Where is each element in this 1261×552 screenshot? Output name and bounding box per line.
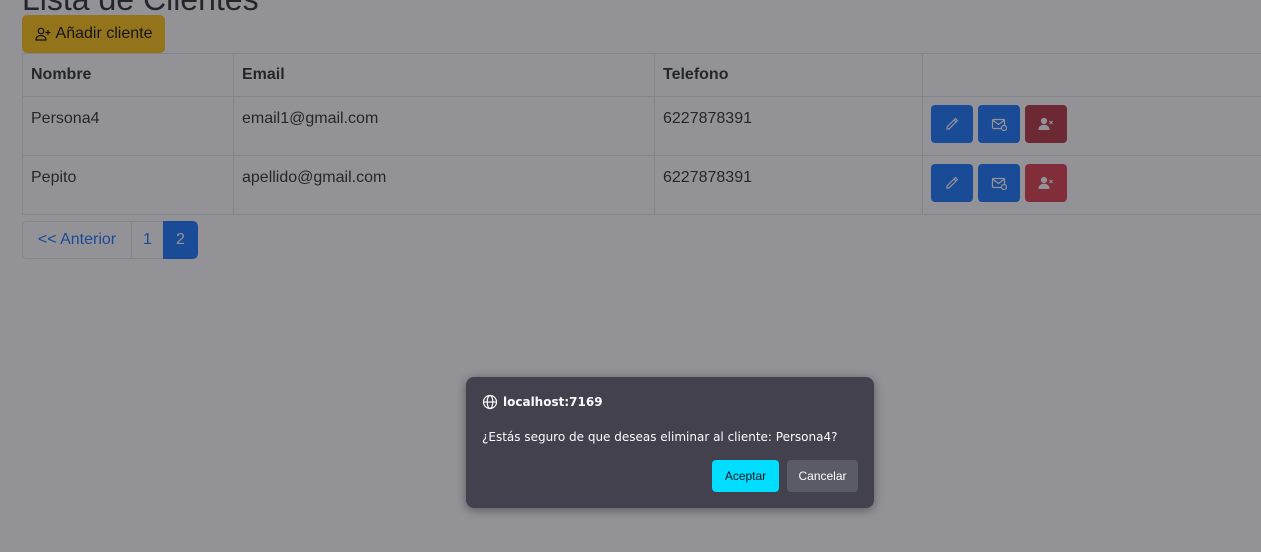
dialog-origin-text: localhost:7169 bbox=[503, 395, 603, 409]
dialog-message: ¿Estás seguro de que deseas eliminar al … bbox=[482, 430, 838, 444]
dialog-cancel-button[interactable]: Cancelar bbox=[787, 460, 858, 492]
globe-icon bbox=[482, 394, 498, 410]
dialog-ok-button[interactable]: Aceptar bbox=[712, 460, 779, 492]
confirm-dialog: localhost:7169 ¿Estás seguro de que dese… bbox=[466, 377, 874, 508]
dialog-origin: localhost:7169 bbox=[482, 394, 603, 410]
